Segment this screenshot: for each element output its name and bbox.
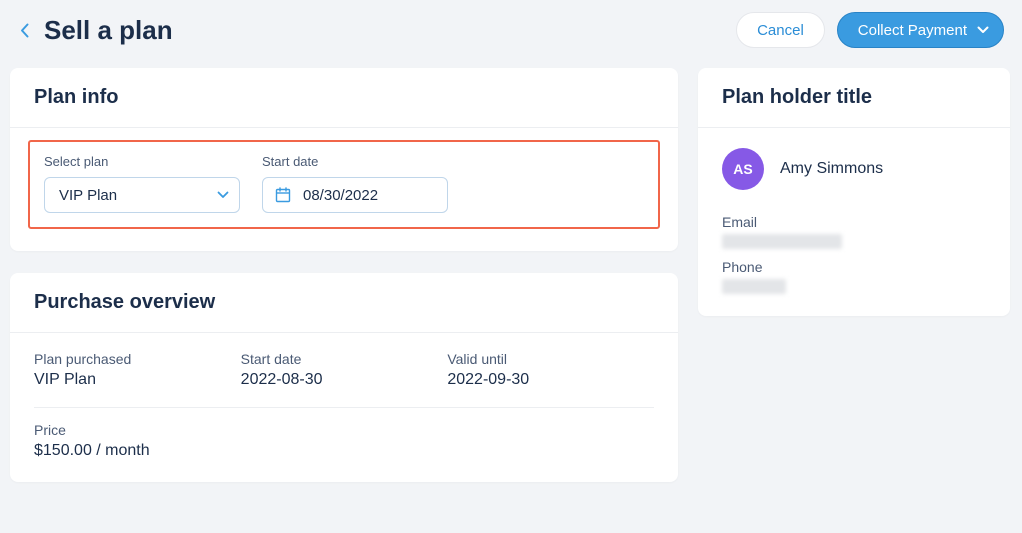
divider — [34, 407, 654, 408]
plan-purchased-label: Plan purchased — [34, 351, 241, 367]
plan-info-highlight: Select plan VIP Plan Start date — [28, 140, 660, 229]
start-date-value: 08/30/2022 — [303, 187, 378, 204]
avatar: AS — [722, 148, 764, 190]
valid-until-label: Valid until — [447, 351, 654, 367]
price-label: Price — [34, 422, 247, 438]
plan-holder-name: Amy Simmons — [780, 160, 883, 178]
purchase-overview-title: Purchase overview — [34, 291, 654, 314]
plan-holder-card: Plan holder title AS Amy Simmons Email P… — [698, 68, 1010, 316]
purchase-overview-card: Purchase overview Plan purchased VIP Pla… — [10, 273, 678, 482]
phone-value-redacted — [722, 279, 786, 294]
price-value: $150.00 / month — [34, 442, 247, 460]
back-button[interactable] — [10, 16, 38, 44]
plan-holder-title: Plan holder title — [722, 86, 986, 109]
start-date-label: Start date — [262, 154, 448, 169]
plan-info-card: Plan info Select plan VIP Plan St — [10, 68, 678, 251]
plan-purchased-value: VIP Plan — [34, 371, 241, 389]
email-label: Email — [722, 214, 986, 230]
chevron-down-icon — [977, 26, 989, 34]
selected-plan-value: VIP Plan — [59, 187, 117, 204]
chevron-left-icon — [20, 23, 29, 38]
collect-payment-label: Collect Payment — [858, 22, 967, 39]
valid-until-value: 2022-09-30 — [447, 371, 654, 389]
overview-start-date-value: 2022-08-30 — [241, 371, 448, 389]
phone-label: Phone — [722, 259, 986, 275]
page-title: Sell a plan — [44, 15, 736, 46]
select-plan-dropdown[interactable]: VIP Plan — [44, 177, 240, 213]
select-plan-label: Select plan — [44, 154, 240, 169]
email-value-redacted — [722, 234, 842, 249]
start-date-input[interactable]: 08/30/2022 — [262, 177, 448, 213]
cancel-button[interactable]: Cancel — [736, 12, 825, 48]
chevron-down-icon — [217, 191, 229, 199]
collect-payment-button[interactable]: Collect Payment — [837, 12, 1004, 48]
calendar-icon — [275, 187, 291, 203]
overview-start-date-label: Start date — [241, 351, 448, 367]
plan-info-title: Plan info — [34, 86, 654, 109]
